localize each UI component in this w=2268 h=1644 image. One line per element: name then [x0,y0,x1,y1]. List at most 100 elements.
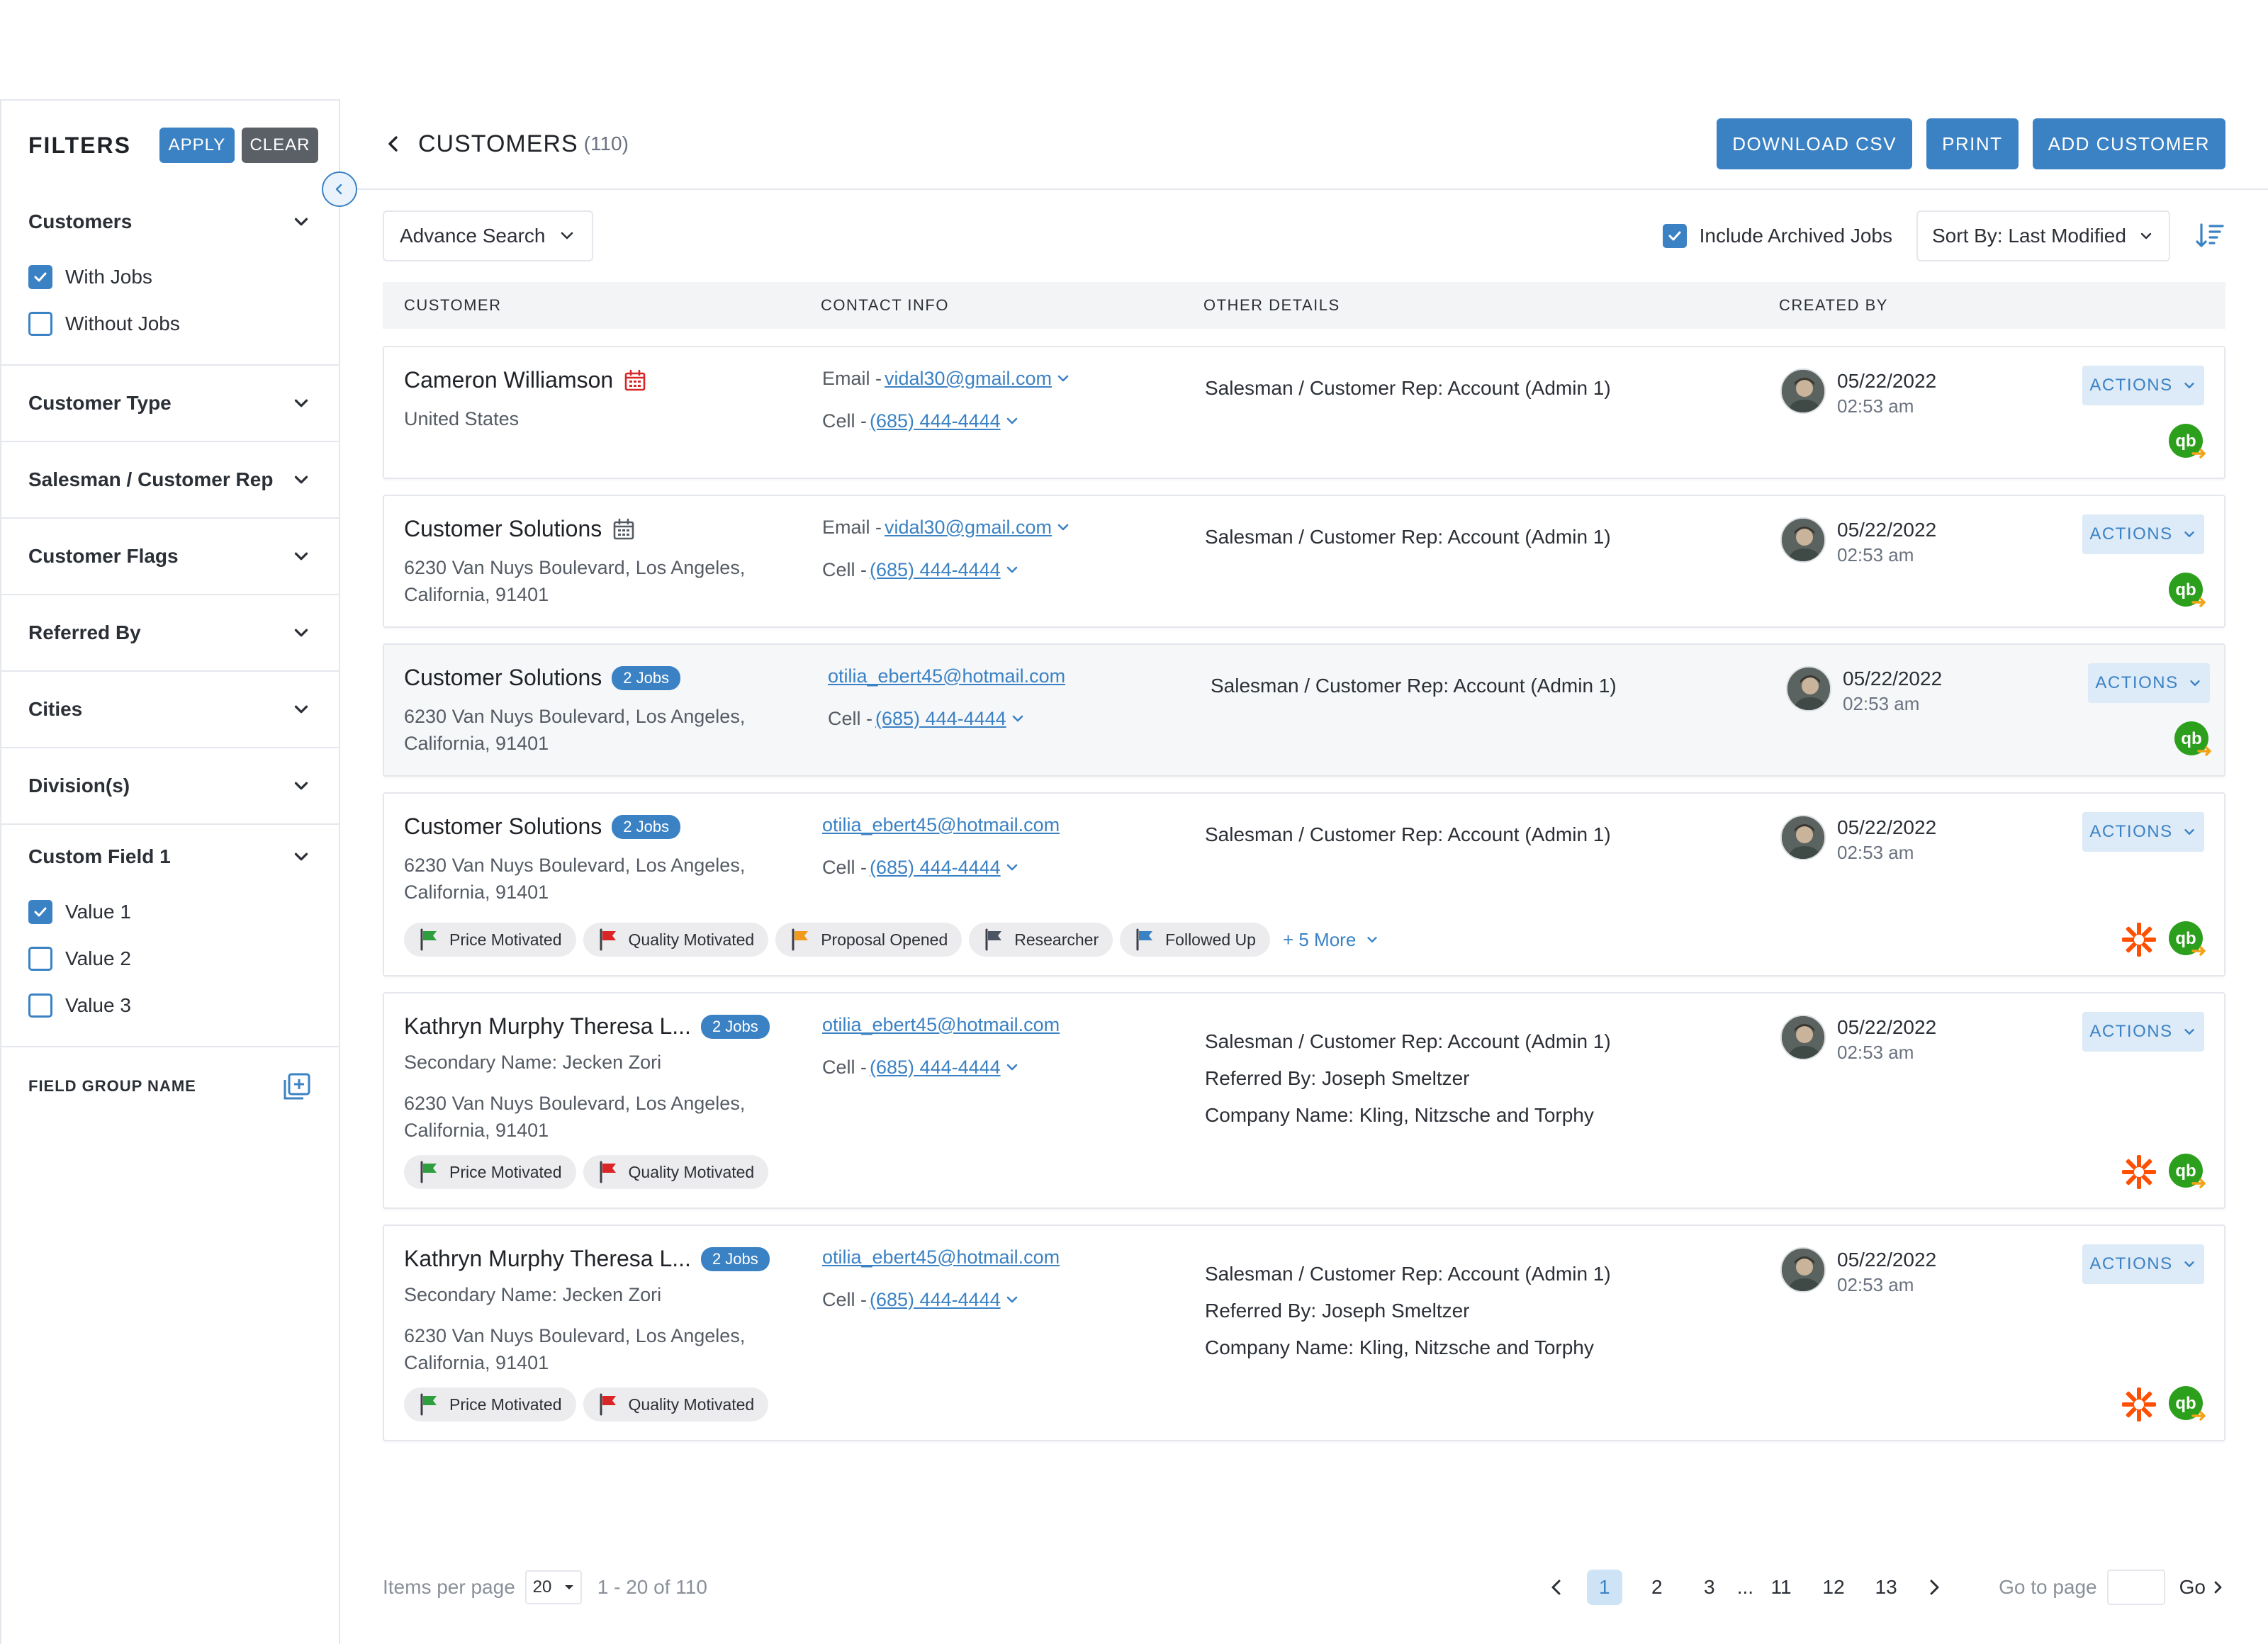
filter-option[interactable]: Value 2 [28,935,312,982]
filter-section-toggle[interactable]: Salesman / Customer Rep [28,442,312,517]
email-link[interactable]: otilia_ebert45@hotmail.com [822,1246,1060,1268]
page-number[interactable]: 12 [1816,1570,1851,1605]
table-row[interactable]: Cameron Williamson United States Email - … [383,346,2225,479]
customer-name[interactable]: Cameron Williamson [404,367,613,393]
filter-option[interactable]: Value 1 [28,889,312,935]
quickbooks-icon[interactable]: qb [2167,1152,2207,1192]
phone-link[interactable]: (685) 444-4444 [870,857,1001,879]
filter-section-toggle[interactable]: Cities [28,672,312,747]
chevron-down-icon[interactable] [1055,519,1072,536]
customer-name[interactable]: Kathryn Murphy Theresa L... [404,1246,691,1272]
table-row[interactable]: Kathryn Murphy Theresa L... 2 Jobs Seconda… [383,1224,2225,1441]
more-flags-link[interactable]: + 5 More [1283,929,1380,951]
flag-tag[interactable]: Proposal Opened [775,923,962,957]
table-row[interactable]: Customer Solutions 6230 Van Nuys Bouleva… [383,495,2225,628]
phone-link[interactable]: (685) 444-4444 [870,559,1001,581]
flag-tag[interactable]: Price Motivated [404,1387,576,1421]
chevron-down-icon[interactable] [1004,1059,1021,1076]
chevron-down-icon[interactable] [1055,370,1072,387]
page-number[interactable]: 2 [1639,1570,1675,1605]
chevron-down-icon[interactable] [1004,859,1021,876]
sort-direction-icon[interactable] [2194,220,2225,252]
clear-filters-button[interactable]: CLEAR [241,128,318,163]
flag-tag[interactable]: Quality Motivated [583,923,769,957]
sort-by-select[interactable]: Sort By: Last Modified [1916,210,2170,261]
page-number[interactable]: 13 [1868,1570,1904,1605]
actions-button[interactable]: ACTIONS [2082,812,2204,852]
filter-checkbox[interactable] [28,265,52,289]
collapse-sidebar-button[interactable] [322,171,357,207]
actions-button[interactable]: ACTIONS [2082,366,2204,405]
go-button[interactable]: Go [2179,1576,2225,1599]
apply-filters-button[interactable]: APPLY [159,128,235,163]
table-row[interactable]: Customer Solutions 2 Jobs 6230 Van Nuys Bo… [383,792,2225,976]
filter-section-toggle[interactable]: Custom Field 1 [28,825,312,889]
filter-section-toggle[interactable]: Referred By [28,595,312,670]
filter-checkbox[interactable] [28,312,52,336]
quickbooks-icon[interactable]: qb [2167,920,2207,959]
filter-checkbox[interactable] [28,947,52,971]
phone-link[interactable]: (685) 444-4444 [870,1057,1001,1079]
flag-tag[interactable]: Price Motivated [404,1155,576,1189]
actions-button[interactable]: ACTIONS [2082,1012,2204,1052]
actions-button[interactable]: ACTIONS [2088,663,2210,703]
customer-name[interactable]: Customer Solutions [404,665,602,691]
quickbooks-icon[interactable]: qb [2167,422,2207,462]
chevron-down-icon[interactable] [1009,710,1026,727]
page-number[interactable]: 1 [1586,1570,1622,1605]
filter-section-toggle[interactable]: Customer Flags [28,519,312,594]
flag-tag[interactable]: Followed Up [1120,923,1270,957]
flag-tag[interactable]: Quality Motivated [583,1387,769,1421]
chevron-down-icon[interactable] [1004,561,1021,578]
items-per-page-select[interactable]: 20 [524,1570,582,1604]
customer-name[interactable]: Customer Solutions [404,516,602,542]
zapier-icon[interactable] [2121,1386,2157,1423]
add-customer-button[interactable]: ADD CUSTOMER [2032,118,2225,169]
zapier-icon[interactable] [2121,1154,2157,1190]
chevron-down-icon[interactable] [1004,412,1021,429]
email-link[interactable]: vidal30@gmail.com [885,517,1052,539]
table-row[interactable]: Kathryn Murphy Theresa L... 2 Jobs Seconda… [383,992,2225,1209]
filter-checkbox[interactable] [28,900,52,924]
actions-button[interactable]: ACTIONS [2082,1244,2204,1284]
customer-name[interactable]: Customer Solutions [404,813,602,840]
page-number[interactable]: 11 [1763,1570,1799,1605]
quickbooks-icon[interactable]: qb [2167,1385,2207,1424]
flag-tag[interactable]: Researcher [969,923,1113,957]
actions-button[interactable]: ACTIONS [2082,514,2204,554]
phone-link[interactable]: (685) 444-4444 [870,1289,1001,1311]
add-field-group-icon[interactable] [282,1071,312,1101]
go-to-page-input[interactable] [2106,1570,2165,1605]
email-link[interactable]: otilia_ebert45@hotmail.com [822,814,1060,836]
flag-label: Proposal Opened [821,930,948,949]
filter-section-toggle[interactable]: Customer Type [28,366,312,441]
include-archived-toggle[interactable]: Include Archived Jobs [1662,224,1892,248]
filter-section-toggle[interactable]: Customers [28,190,312,254]
chevron-left-icon[interactable] [1546,1577,1567,1598]
quickbooks-icon[interactable]: qb [2173,720,2213,760]
phone-link[interactable]: (685) 444-4444 [875,708,1006,730]
advance-search-dropdown[interactable]: Advance Search [383,210,594,261]
download-csv-button[interactable]: DOWNLOAD CSV [1717,118,1913,169]
filter-option[interactable]: Value 3 [28,982,312,1029]
page-number[interactable]: 3 [1692,1570,1727,1605]
quickbooks-icon[interactable]: qb [2167,571,2207,611]
chevron-down-icon[interactable] [1004,1291,1021,1308]
phone-link[interactable]: (685) 444-4444 [870,410,1001,432]
filter-option[interactable]: With Jobs [28,254,312,300]
customer-name[interactable]: Kathryn Murphy Theresa L... [404,1013,691,1040]
filter-section-toggle[interactable]: Division(s) [28,748,312,823]
print-button[interactable]: PRINT [1926,118,2019,169]
zapier-icon[interactable] [2121,921,2157,958]
back-arrow-icon[interactable] [383,133,404,154]
flag-tag[interactable]: Price Motivated [404,923,576,957]
email-link[interactable]: otilia_ebert45@hotmail.com [828,665,1065,687]
email-link[interactable]: otilia_ebert45@hotmail.com [822,1014,1060,1036]
flag-tag[interactable]: Quality Motivated [583,1155,769,1189]
filter-option[interactable]: Without Jobs [28,300,312,347]
include-archived-checkbox[interactable] [1662,224,1687,248]
filter-checkbox[interactable] [28,993,52,1018]
email-link[interactable]: vidal30@gmail.com [885,368,1052,390]
table-row[interactable]: Customer Solutions 2 Jobs 6230 Van Nuys Bo… [383,643,2225,777]
chevron-right-icon[interactable] [1924,1577,1945,1598]
